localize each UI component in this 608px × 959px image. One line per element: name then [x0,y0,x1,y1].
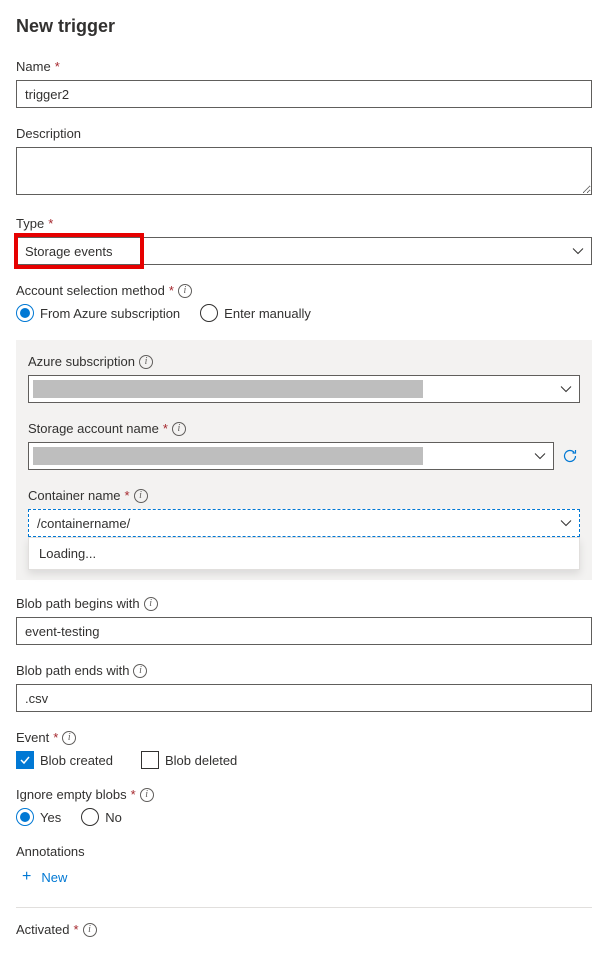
required-asterisk: * [131,787,136,802]
blob-begins-label: Blob path begins with i [16,596,592,611]
refresh-button[interactable] [560,442,580,470]
event-label: Event* i [16,730,592,745]
checkbox-label: Blob created [40,753,113,768]
type-label: Type* [16,216,592,231]
divider [16,907,592,908]
radio-no[interactable]: No [81,808,122,826]
radio-label: No [105,810,122,825]
info-icon[interactable]: i [62,731,76,745]
storage-account-select[interactable] [28,442,554,470]
info-icon[interactable]: i [172,422,186,436]
radio-label: From Azure subscription [40,306,180,321]
azure-config-panel: Azure subscription i Storage account nam… [16,340,592,580]
info-icon[interactable]: i [144,597,158,611]
radio-label: Enter manually [224,306,311,321]
event-field: Event* i Blob created Blob deleted [16,730,592,769]
account-selection-radio-group: From Azure subscription Enter manually [16,304,592,322]
azure-subscription-field: Azure subscription i [28,354,580,403]
annotations-field: Annotations + New [16,844,592,889]
info-icon[interactable]: i [133,664,147,678]
radio-yes[interactable]: Yes [16,808,61,826]
name-field: Name* [16,59,592,108]
container-field: Container name* i /containername/ Loadin… [28,488,580,570]
annotations-label: Annotations [16,844,592,859]
info-icon[interactable]: i [134,489,148,503]
description-label: Description [16,126,592,141]
azure-subscription-label: Azure subscription i [28,354,580,369]
info-icon[interactable]: i [140,788,154,802]
radio-from-azure[interactable]: From Azure subscription [16,304,180,322]
type-select[interactable]: Storage events [16,237,592,265]
required-asterisk: * [55,59,60,74]
storage-account-field: Storage account name* i [28,421,554,470]
event-checkbox-group: Blob created Blob deleted [16,751,592,769]
plus-icon: + [22,869,31,885]
name-label: Name* [16,59,592,74]
required-asterisk: * [48,216,53,231]
container-dropdown-popup: Loading... [28,537,580,570]
azure-subscription-select[interactable] [28,375,580,403]
page-title: New trigger [16,16,592,37]
new-annotation-label: New [41,870,67,885]
required-asterisk: * [163,421,168,436]
required-asterisk: * [53,730,58,745]
refresh-icon [562,448,578,464]
container-select[interactable]: /containername/ [28,509,580,537]
blob-begins-input[interactable] [16,617,592,645]
blob-ends-input[interactable] [16,684,592,712]
description-field: Description [16,126,592,198]
blob-begins-field: Blob path begins with i [16,596,592,645]
ignore-empty-radio-group: Yes No [16,808,592,826]
info-icon[interactable]: i [83,923,97,937]
radio-label: Yes [40,810,61,825]
checkbox-blob-created[interactable]: Blob created [16,751,113,769]
blob-ends-field: Blob path ends with i [16,663,592,712]
storage-account-label: Storage account name* i [28,421,554,436]
activated-field: Activated* i [16,922,592,937]
name-input[interactable] [16,80,592,108]
type-field: Type* Storage events [16,216,592,265]
checkbox-blob-deleted[interactable]: Blob deleted [141,751,237,769]
required-asterisk: * [125,488,130,503]
account-selection-field: Account selection method* i From Azure s… [16,283,592,322]
checkmark-icon [19,754,31,766]
radio-enter-manually[interactable]: Enter manually [200,304,311,322]
blob-ends-label: Blob path ends with i [16,663,592,678]
info-icon[interactable]: i [139,355,153,369]
loading-text: Loading... [39,546,96,561]
required-asterisk: * [73,922,78,937]
ignore-empty-field: Ignore empty blobs* i Yes No [16,787,592,826]
required-asterisk: * [169,283,174,298]
ignore-empty-label: Ignore empty blobs* i [16,787,592,802]
account-selection-label: Account selection method* i [16,283,592,298]
checkbox-label: Blob deleted [165,753,237,768]
new-annotation-button[interactable]: + New [16,865,73,889]
container-label: Container name* i [28,488,580,503]
activated-label: Activated* i [16,922,592,937]
info-icon[interactable]: i [178,284,192,298]
description-input[interactable] [16,147,592,195]
